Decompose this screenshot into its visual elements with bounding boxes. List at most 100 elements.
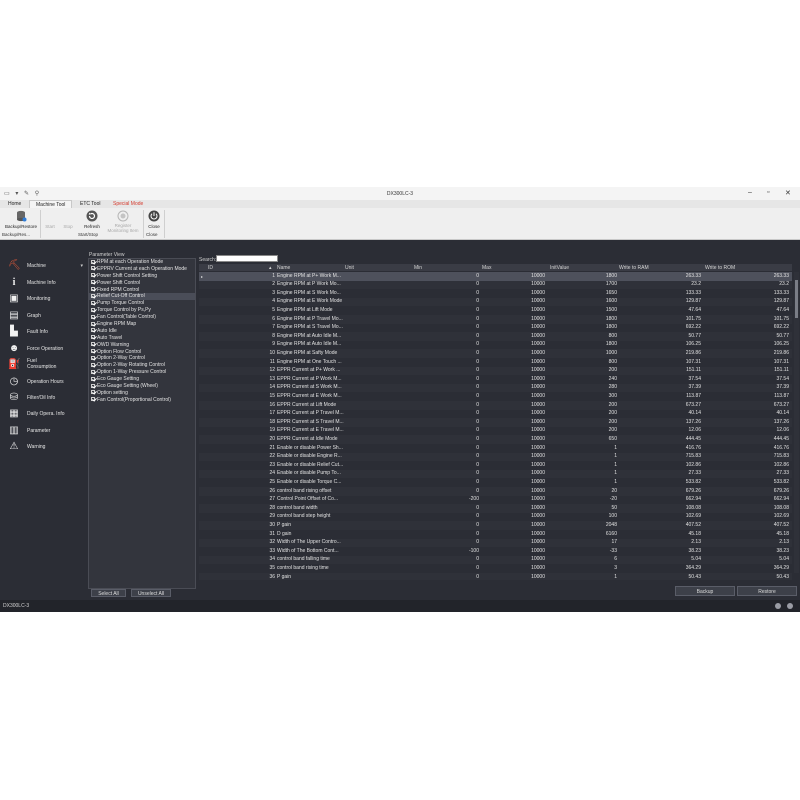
sidebar-item-parameter[interactable]: ▥ Parameter <box>0 423 86 439</box>
parameter-view-item[interactable]: OWD Warning <box>89 342 195 349</box>
table-row[interactable]: 30 P gain 0 10000 2048 407.52 407.52 <box>199 521 792 530</box>
table-row[interactable]: 9 Engine RPM at Auto Idle M... 0 10000 1800 1… <box>199 341 792 350</box>
parameter-view-item[interactable]: Option 2-Way Rotating Control <box>89 362 195 369</box>
table-row[interactable]: 4 Engine RPM at E Work Mode 0 10000 1600 129.… <box>199 297 792 307</box>
table-row[interactable]: 18 EPPR Current at S Travel M... 0 10000 200… <box>199 418 792 427</box>
sidebar-item-machine[interactable]: ⛏ Machine ▾ <box>0 258 86 274</box>
sidebar-item-filter-oil-info[interactable]: ⛁ Filter/Oil Info <box>0 390 86 406</box>
table-row[interactable]: 28 control band width 0 10000 50 108.08 108.08 <box>199 504 792 513</box>
table-row[interactable]: 19 EPPR Current at E Travel M... 0 10000 200… <box>199 427 792 436</box>
table-row[interactable]: 33 Width of The Bottom Cont... -100 10000 -3… <box>199 547 792 556</box>
parameter-view-item[interactable]: Option Flow Control <box>89 349 195 356</box>
table-row[interactable]: 11 Engine RPM at One Touch ... 0 10000 800 10… <box>199 358 792 367</box>
vertical-scrollbar[interactable] <box>794 272 799 573</box>
table-row[interactable]: 3 Engine RPM at S Work Mo... 0 10000 1650 133… <box>199 289 792 298</box>
table-row[interactable]: 22 Enable or disable Engine R... 0 10000 1 71… <box>199 452 792 462</box>
checkbox-icon[interactable] <box>91 383 95 388</box>
table-row[interactable]: 17 EPPR Current at P Travel M... 0 10000 200… <box>199 410 792 419</box>
table-row[interactable]: 36 P gain 0 10000 1 50.43 50.43 <box>199 573 792 580</box>
column-header-id[interactable]: ID <box>208 265 213 271</box>
table-row[interactable]: 31 D gain 0 10000 6160 45.18 45.18 <box>199 530 792 539</box>
parameter-view-item[interactable]: Engine RPM Map <box>89 321 195 328</box>
checkbox-icon[interactable] <box>91 335 95 340</box>
parameter-view-item[interactable]: Torque Control by Ps,Py <box>89 307 195 314</box>
checkbox-icon[interactable] <box>91 314 95 319</box>
checkbox-icon[interactable] <box>91 362 95 367</box>
table-row[interactable]: 26 control band rising offset 0 10000 20 679.… <box>199 487 792 496</box>
parameter-view-item[interactable]: Fan Control(Table Control) <box>89 314 195 321</box>
parameter-view-item[interactable]: EPPRV Current at each Operation Mode <box>89 266 195 273</box>
restore-button[interactable]: Restore <box>737 586 797 596</box>
table-row[interactable]: 21 Enable or disable Power Sh... 0 10000 1 41… <box>199 444 792 453</box>
table-row[interactable]: 29 control band step height 0 10000 100 102.6… <box>199 513 792 522</box>
parameter-view-item[interactable]: Relief Cut-Off Control <box>89 293 195 301</box>
table-row[interactable]: 7 Engine RPM at S Travel Mo... 0 10000 1800 6… <box>199 324 792 333</box>
parameter-view-item[interactable]: RPM at each Operation Mode <box>89 259 195 266</box>
scrollbar-thumb[interactable] <box>795 280 798 318</box>
select-all-button[interactable]: Select All <box>91 589 126 597</box>
checkbox-icon[interactable] <box>91 321 95 326</box>
parameter-view-item[interactable]: Power Shift Control Setting <box>89 273 195 280</box>
parameter-view-item[interactable]: Option setting <box>89 390 195 397</box>
sidebar-item-machine-info[interactable]: i Machine Info <box>0 275 86 291</box>
tab-home[interactable]: Home <box>2 200 27 208</box>
checkbox-icon[interactable] <box>91 280 95 285</box>
checkbox-icon[interactable] <box>91 300 95 305</box>
table-row[interactable]: 15 EPPR Current at E Work M... 0 10000 300 11… <box>199 392 792 401</box>
table-row[interactable]: 14 EPPR Current at S Work M... 0 10000 280 37… <box>199 383 792 393</box>
checkbox-icon[interactable] <box>91 342 95 347</box>
checkbox-icon[interactable] <box>91 390 95 395</box>
table-row[interactable]: 20 EPPR Current at Idle Mode 0 10000 650 444.… <box>199 435 792 444</box>
parameter-view-item[interactable]: Option 1-Way Pressure Control <box>89 369 195 376</box>
table-row[interactable]: 5 Engine RPM at Lift Mode 0 10000 1500 47.64 4… <box>199 306 792 315</box>
table-row[interactable]: 12 EPPR Current at P+ Work ... 0 10000 200 15… <box>199 366 792 376</box>
tab-special-mode[interactable]: Special Mode <box>107 200 149 208</box>
column-header-unit[interactable]: Unit <box>345 265 354 271</box>
parameter-view-item[interactable]: Fan Control(Proportional Control) <box>89 397 195 404</box>
sidebar-item-fault-info[interactable]: ▙ Fault Info <box>0 324 86 340</box>
column-header-min[interactable]: Min <box>414 265 422 271</box>
table-row[interactable]: 27 Control Point Offset of Co... -200 10000… <box>199 496 792 505</box>
minimize-icon[interactable]: – <box>748 189 752 196</box>
column-header-write-to-rom[interactable]: Write to ROM <box>705 265 735 271</box>
parameter-view-item[interactable]: Option 2-Way Control <box>89 355 195 362</box>
table-row[interactable]: 6 Engine RPM at P Travel Mo... 0 10000 1800 1… <box>199 315 792 324</box>
table-row[interactable]: ▸ 1 Engine RPM at P+ Work M... 0 10000 1800 26… <box>199 272 792 281</box>
sidebar-item-monitoring[interactable]: ▣ Monitoring <box>0 291 86 307</box>
column-header-name[interactable]: Name <box>277 265 290 271</box>
checkbox-icon[interactable] <box>91 328 95 333</box>
parameter-view-item[interactable]: Auto Travel <box>89 335 195 342</box>
sidebar-item-force-operation[interactable]: ☻ Force Operation <box>0 341 86 357</box>
column-header-write-to-ram[interactable]: Write to RAM <box>619 265 649 271</box>
search-input[interactable] <box>216 255 278 262</box>
column-header-initvalue[interactable]: InitValue <box>550 265 569 271</box>
start-button[interactable]: Start <box>42 210 58 230</box>
parameter-view-item[interactable]: Auto Idle <box>89 328 195 335</box>
backup-button[interactable]: Backup <box>675 586 735 596</box>
table-row[interactable]: 8 Engine RPM at Auto Idle M... 0 10000 800 50… <box>199 332 792 341</box>
table-row[interactable]: 2 Engine RPM at P Work Mo... 0 10000 1700 23.… <box>199 280 792 290</box>
close-icon[interactable]: ✕ <box>785 189 791 197</box>
refresh-button[interactable]: Refresh <box>79 210 105 230</box>
register-monitoring-item-button[interactable]: Register Monitoring Item <box>106 210 140 232</box>
maximize-icon[interactable]: ▫ <box>767 189 769 196</box>
checkbox-icon[interactable] <box>91 273 95 278</box>
parameter-view-item[interactable]: Fixed RPM Control <box>89 287 195 294</box>
checkbox-icon[interactable] <box>91 369 95 374</box>
tab-etc-tool[interactable]: ETC Tool <box>74 200 106 208</box>
checkbox-icon[interactable] <box>91 266 95 271</box>
status-connection-icon[interactable] <box>787 603 793 609</box>
unselect-all-button[interactable]: Unselect All <box>131 589 171 597</box>
parameter-view-item[interactable]: Eco Gauge Setting <box>89 376 195 383</box>
table-row[interactable]: 13 EPPR Current at P Work M... 0 10000 240 37… <box>199 375 792 384</box>
sidebar-item-daily-opera-info[interactable]: ▦ Daily Opera. Info <box>0 406 86 422</box>
backup-restore-button[interactable]: Backup/Restore <box>3 210 39 230</box>
parameter-view-item[interactable]: Pump Torque Control <box>89 300 195 307</box>
checkbox-icon[interactable] <box>91 349 95 354</box>
table-row[interactable]: 10 Engine RPM at Safty Mode 0 10000 1000 219.… <box>199 349 792 358</box>
table-row[interactable]: 16 EPPR Current at Lift Mode 0 10000 200 673.… <box>199 401 792 410</box>
sidebar-item-warning[interactable]: ⚠ Warning <box>0 439 86 455</box>
tab-machine-tool[interactable]: Machine Tool <box>29 200 73 208</box>
checkbox-icon[interactable] <box>91 307 95 312</box>
checkbox-icon[interactable] <box>91 293 95 298</box>
